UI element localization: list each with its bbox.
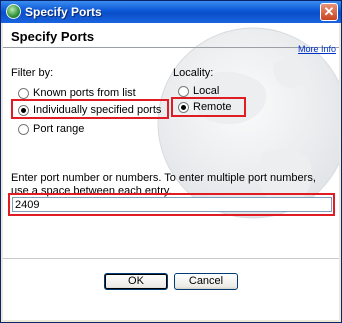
- filter-by-label: Filter by:: [11, 67, 54, 79]
- specify-ports-dialog: Specify Ports ✕ Specify Ports More Info …: [0, 0, 342, 323]
- port-number-input[interactable]: [12, 197, 332, 212]
- ok-button[interactable]: OK: [104, 273, 168, 290]
- bottom-divider: [3, 258, 339, 259]
- page-title: Specify Ports: [11, 29, 95, 44]
- radio-button[interactable]: [178, 85, 189, 97]
- locality-label: Locality:: [173, 67, 214, 79]
- radio-button[interactable]: [178, 101, 189, 113]
- radio-label: Port range: [33, 123, 85, 135]
- globe-background-icon: [157, 27, 339, 219]
- radio-label: Individually specified ports: [33, 104, 162, 116]
- cancel-button[interactable]: Cancel: [174, 273, 238, 290]
- header-divider: [3, 47, 339, 48]
- dialog-content: Specify Ports More Info Filter by: Known…: [3, 23, 339, 320]
- radio-label: Known ports from list: [33, 87, 136, 99]
- radio-individual-ports[interactable]: Individually specified ports: [18, 103, 161, 117]
- radio-local[interactable]: Local: [178, 84, 219, 98]
- more-info-link[interactable]: More Info: [298, 44, 336, 54]
- radio-button[interactable]: [18, 104, 29, 116]
- window-title: Specify Ports: [25, 5, 102, 19]
- radio-button[interactable]: [18, 87, 29, 99]
- radio-remote[interactable]: Remote: [178, 100, 232, 114]
- title-bar[interactable]: Specify Ports ✕: [1, 1, 341, 23]
- radio-known-ports[interactable]: Known ports from list: [18, 86, 136, 100]
- radio-button[interactable]: [18, 123, 29, 135]
- radio-port-range[interactable]: Port range: [18, 122, 84, 136]
- app-icon: [6, 4, 21, 19]
- radio-label: Remote: [193, 101, 232, 113]
- close-button[interactable]: ✕: [320, 3, 338, 21]
- radio-label: Local: [193, 85, 220, 97]
